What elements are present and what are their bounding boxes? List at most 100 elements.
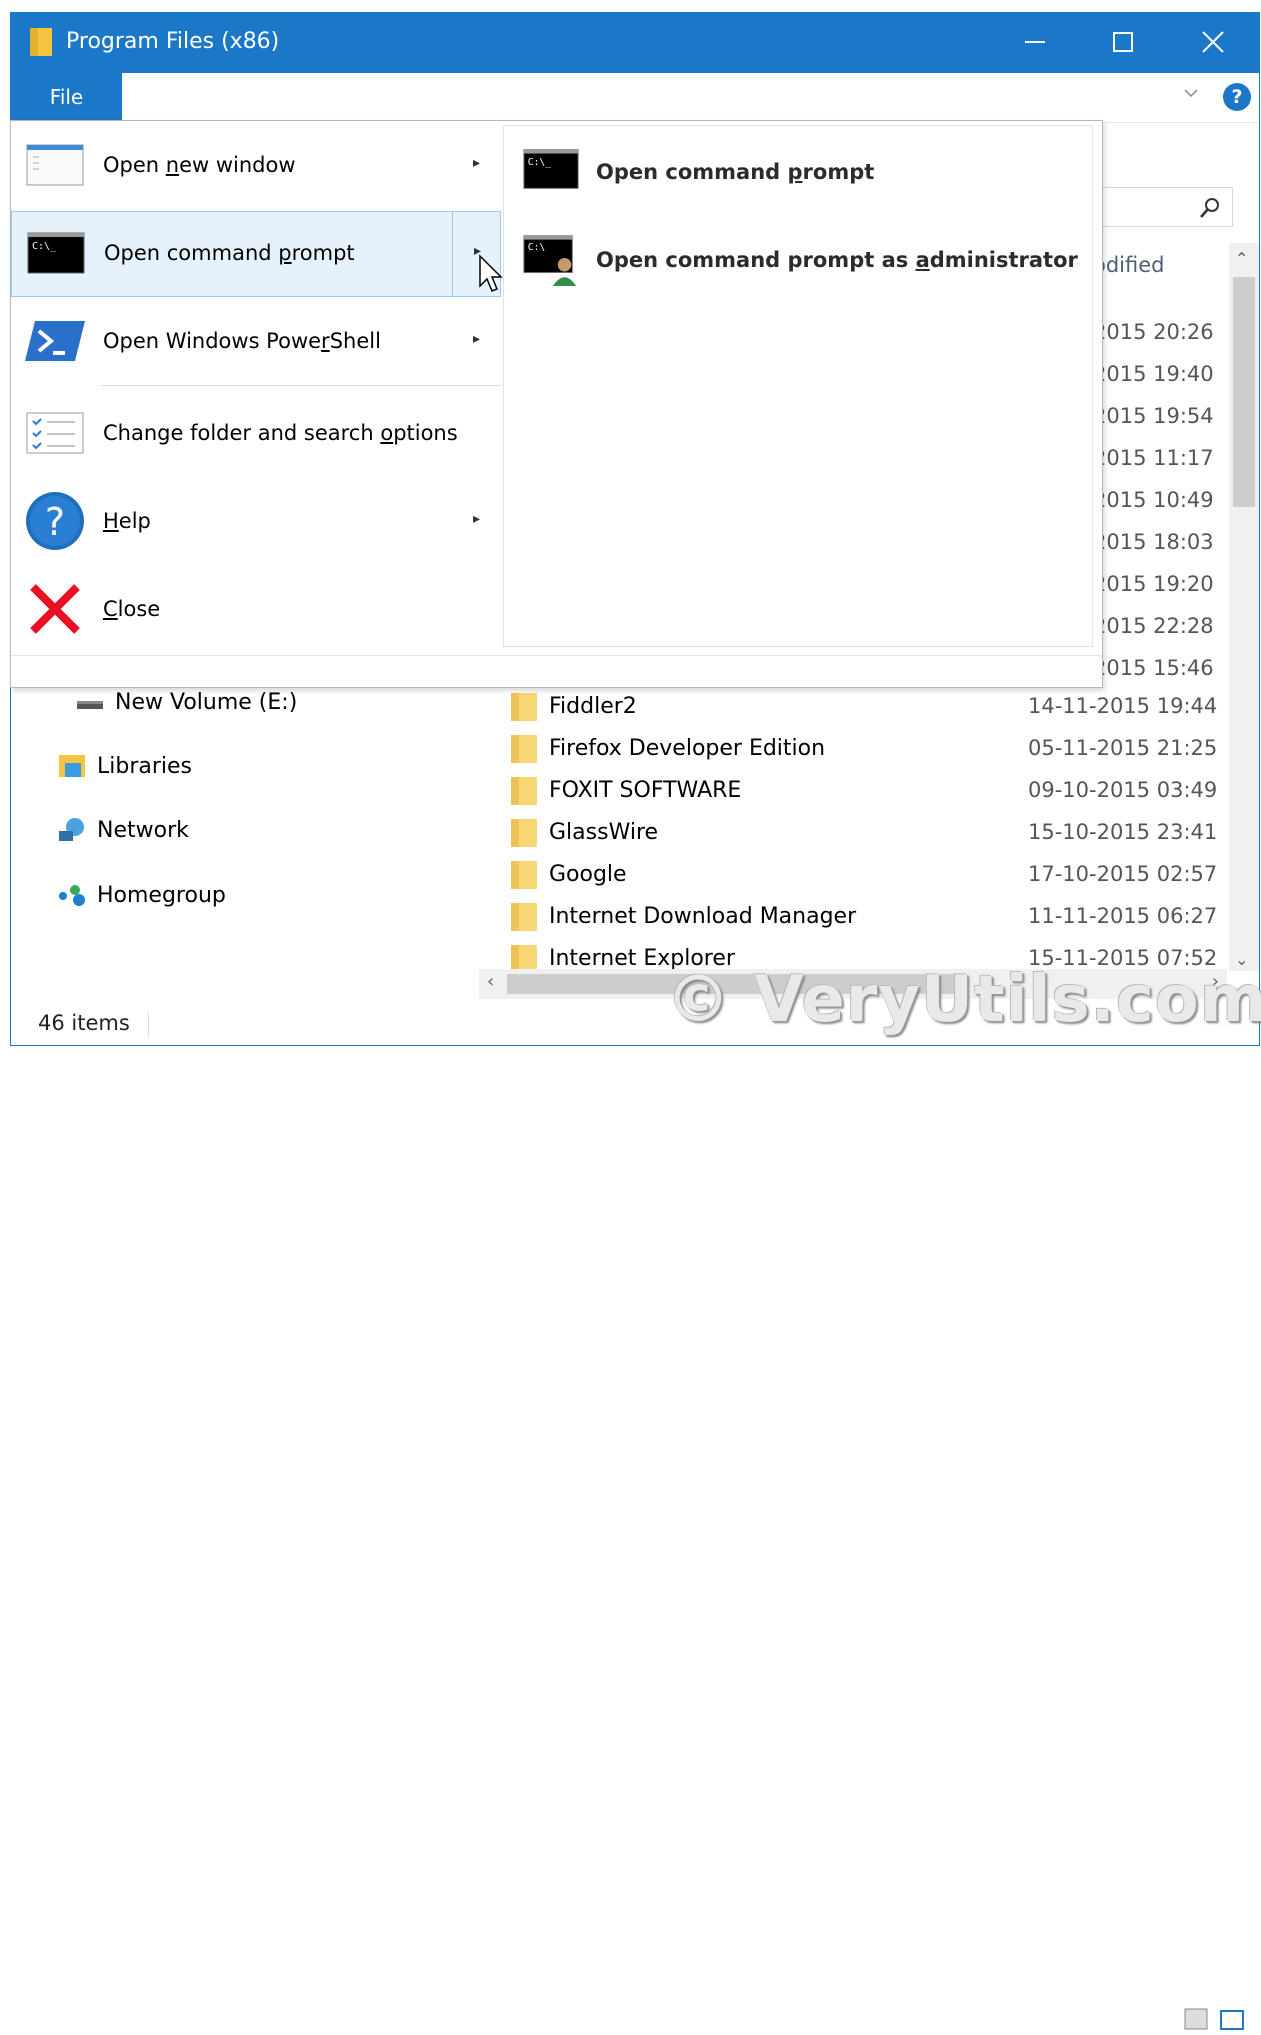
nav-item-label: Network — [97, 817, 189, 843]
status-separator — [148, 1013, 149, 1037]
minimize-icon — [1025, 41, 1045, 43]
file-menu-commands: Open new window ▸ C:\_ Open command prom… — [11, 121, 501, 655]
submenu-item-label: Open command prompt as administrator — [596, 248, 1078, 272]
navigation-pane: New Volume (E:) Libraries Network Homegr… — [11, 689, 471, 989]
date-cell: 2015 19:20 — [1101, 572, 1214, 596]
file-name: FOXIT SOFTWARE — [549, 777, 742, 803]
ribbon-expand-icon[interactable] — [1183, 85, 1199, 101]
nav-item-label: New Volume (E:) — [115, 689, 298, 715]
file-list: Fiddler2 14-11-2015 19:44 Firefox Develope… — [508, 685, 1228, 975]
window-title: Program Files (x86) — [66, 29, 280, 54]
close-icon — [1202, 31, 1224, 53]
menu-item-folder-options[interactable]: Change folder and search options — [11, 391, 501, 477]
folder-icon — [511, 819, 537, 847]
scroll-up-icon[interactable]: ⌃ — [1235, 249, 1248, 268]
file-row[interactable]: Google 17-10-2015 02:57 — [508, 853, 1228, 895]
date-cell: 2015 10:49 — [1101, 488, 1214, 512]
menu-item-label: Open Windows PowerShell — [103, 329, 381, 353]
options-icon — [26, 412, 84, 454]
menu-item-open-new-window[interactable]: Open new window ▸ — [11, 123, 501, 209]
nav-item-label: Libraries — [97, 753, 193, 779]
date-cell: 2015 18:03 — [1101, 530, 1214, 554]
submenu-item-open-command-prompt-admin[interactable]: C:\ Open command prompt as administrator — [504, 216, 1094, 302]
submenu-arrow-icon: ▸ — [473, 331, 481, 347]
maximize-icon — [1113, 32, 1133, 52]
file-menu: Open new window ▸ C:\_ Open command prom… — [10, 120, 1103, 688]
cmd-admin-icon: C:\ — [523, 235, 577, 286]
submenu-arrow-icon: ▸ — [473, 155, 481, 171]
svg-text:?: ? — [45, 500, 65, 544]
title-bar[interactable]: Program Files (x86) — [11, 13, 1259, 73]
menu-item-open-command-prompt[interactable]: C:\_ Open command prompt ▸ — [11, 211, 501, 297]
menu-item-label: Change folder and search options — [103, 421, 458, 445]
submenu-arrow-icon: ▸ — [473, 511, 481, 527]
menu-item-help[interactable]: ? Help ▸ — [11, 479, 501, 565]
svg-text:C:\_: C:\_ — [528, 157, 551, 168]
file-row[interactable]: Firefox Developer Edition 05-11-2015 21:2… — [508, 727, 1228, 769]
vertical-scrollbar[interactable]: ⌃ ⌄ — [1229, 243, 1259, 971]
command-prompt-submenu: C:\_ Open command prompt C:\ Open comman… — [503, 125, 1093, 647]
file-date: 11-11-2015 06:27 — [1028, 904, 1218, 928]
file-date: 15-10-2015 23:41 — [1028, 820, 1218, 844]
folder-icon — [511, 735, 537, 763]
menu-item-open-powershell[interactable]: Open Windows PowerShell ▸ — [11, 299, 501, 385]
folder-icon — [511, 693, 537, 721]
file-row[interactable]: Fiddler2 14-11-2015 19:44 — [508, 685, 1228, 727]
file-row[interactable]: FOXIT SOFTWARE 09-10-2015 03:49 — [508, 769, 1228, 811]
date-cell: 2015 15:46 — [1101, 656, 1214, 680]
file-name: Fiddler2 — [549, 693, 637, 719]
libraries-icon — [59, 755, 85, 777]
minimize-button[interactable] — [991, 13, 1079, 71]
svg-text:C:\_: C:\_ — [32, 241, 57, 252]
watermark: © VeryUtils.com — [666, 963, 1261, 1037]
mouse-cursor-icon — [479, 254, 503, 292]
folder-icon — [511, 777, 537, 805]
folder-icon — [511, 903, 537, 931]
maximize-button[interactable] — [1079, 13, 1167, 71]
file-row[interactable]: GlassWire 15-10-2015 23:41 — [508, 811, 1228, 853]
cmd-icon: C:\_ — [523, 149, 579, 189]
file-tab[interactable]: File — [11, 73, 122, 120]
search-icon — [1200, 198, 1219, 218]
date-cell: 2015 22:28 — [1101, 614, 1214, 638]
file-name: Internet Download Manager — [549, 903, 857, 929]
menu-item-label: Open new window — [103, 153, 296, 177]
drive-icon — [77, 701, 103, 709]
powershell-icon — [25, 321, 85, 361]
file-date: 09-10-2015 03:49 — [1028, 778, 1218, 802]
network-icon — [59, 818, 84, 841]
close-red-icon — [30, 584, 80, 634]
background-date-column: 2015 20:26 2015 19:40 2015 19:54 2015 11:17… — [1101, 311, 1231, 689]
nav-item-new-volume[interactable]: New Volume (E:) — [75, 689, 297, 715]
nav-item-network[interactable]: Network — [57, 817, 189, 843]
date-cell: 2015 20:26 — [1101, 320, 1214, 344]
file-date: 14-11-2015 19:44 — [1028, 694, 1218, 718]
search-input[interactable] — [1101, 187, 1233, 227]
ribbon: File ? — [11, 73, 1259, 123]
date-cell: 2015 19:54 — [1101, 404, 1214, 428]
submenu-item-open-command-prompt[interactable]: C:\_ Open command prompt — [504, 128, 1094, 214]
nav-item-homegroup[interactable]: Homegroup — [57, 882, 226, 908]
file-name: GlassWire — [549, 819, 659, 845]
submenu-item-label: Open command prompt — [596, 160, 875, 184]
menu-divider — [101, 385, 501, 386]
file-name: Firefox Developer Edition — [549, 735, 826, 761]
nav-item-libraries[interactable]: Libraries — [57, 753, 192, 779]
menu-item-close[interactable]: Close — [11, 567, 501, 653]
help-button[interactable]: ? — [1223, 83, 1251, 111]
date-cell: 2015 19:40 — [1101, 362, 1214, 386]
column-header-date-modified[interactable]: odified — [1101, 253, 1231, 277]
scroll-left-icon[interactable]: ‹ — [487, 971, 494, 992]
vertical-scroll-thumb[interactable] — [1233, 277, 1255, 507]
file-date: 17-10-2015 02:57 — [1028, 862, 1218, 886]
menu-item-label: Help — [103, 509, 151, 533]
window-icon — [26, 144, 84, 186]
view-toggle-icons[interactable] — [1171, 1999, 1251, 2035]
close-window-button[interactable] — [1169, 13, 1257, 71]
file-name: Google — [549, 861, 627, 887]
folder-icon — [30, 28, 52, 56]
file-row[interactable]: Internet Download Manager 11-11-2015 06:2… — [508, 895, 1228, 937]
nav-item-label: Homegroup — [97, 882, 226, 908]
file-date: 05-11-2015 21:25 — [1028, 736, 1218, 760]
homegroup-icon — [59, 885, 85, 906]
